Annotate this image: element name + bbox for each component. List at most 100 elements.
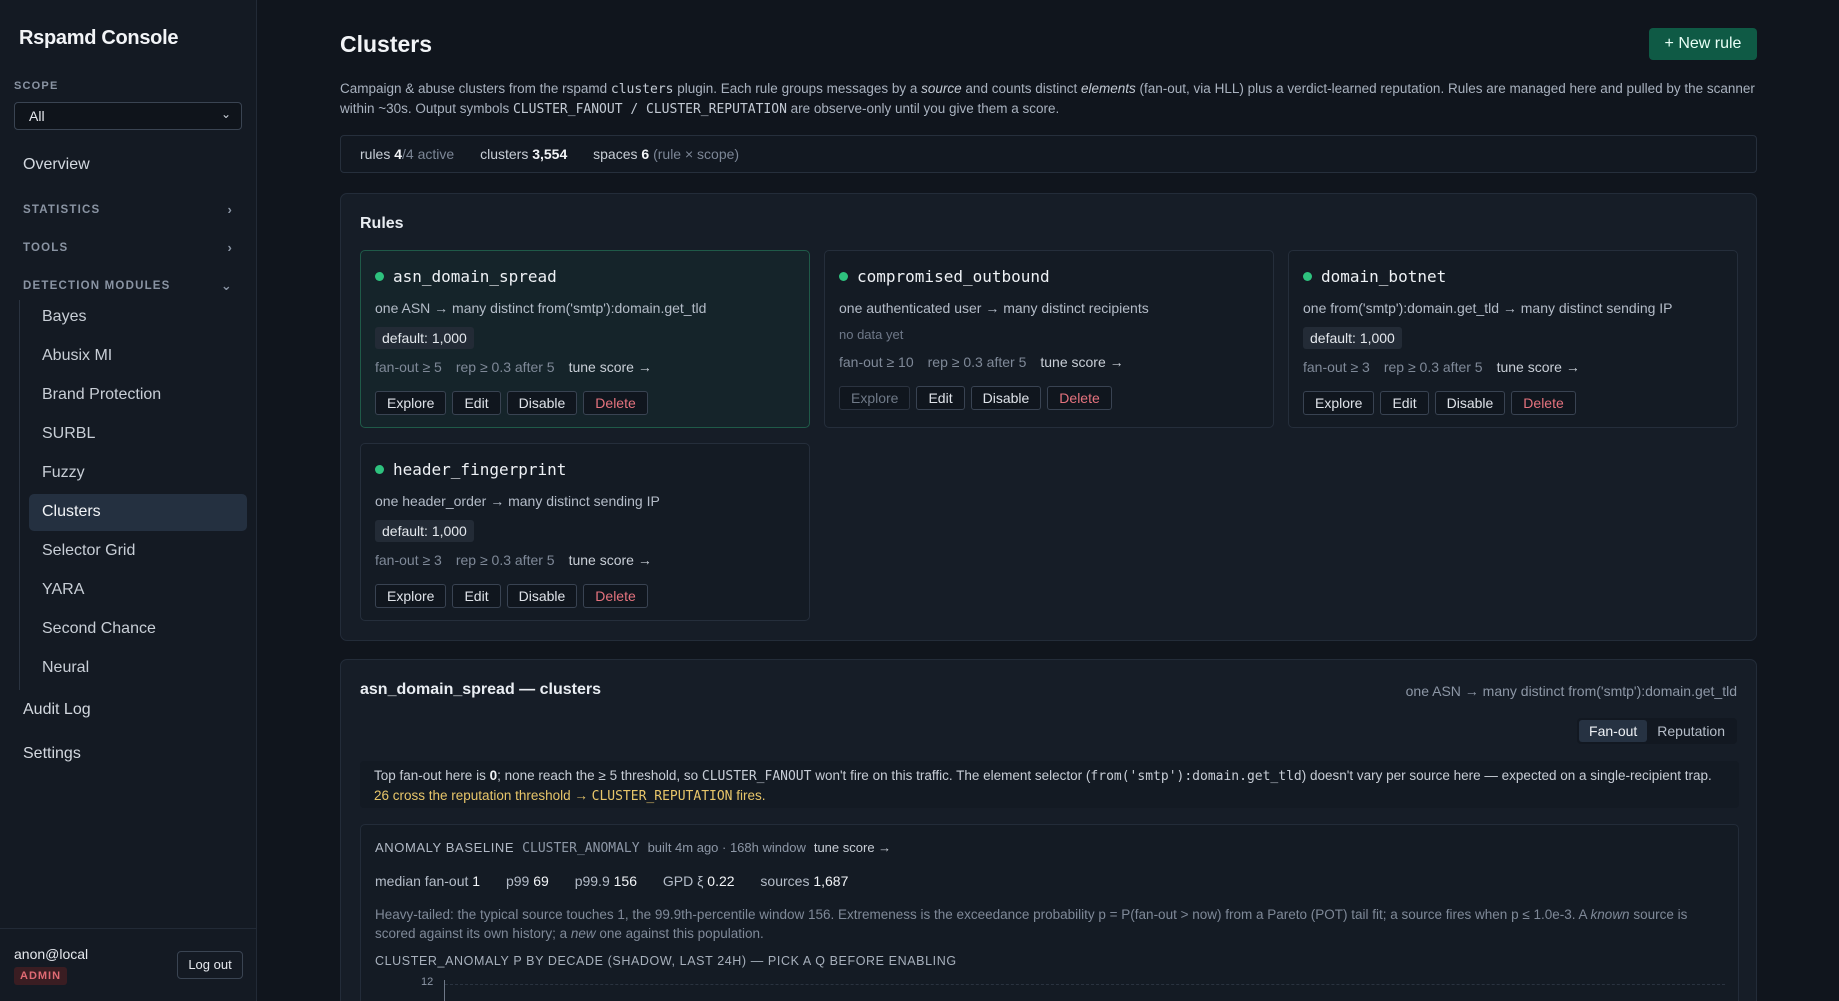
rule-meta: fan-out ≥ 10 rep ≥ 0.3 after 5 tune score …	[839, 354, 1124, 370]
main-content: Clusters + New rule Campaign & abuse clu…	[257, 0, 1839, 1001]
sidebar-item-abusix-mi[interactable]: Abusix MI	[42, 347, 112, 365]
nav-section-label: STATISTICS	[23, 204, 101, 216]
rule-actions: Explore Edit Disable Delete	[375, 391, 654, 415]
tune-score-link[interactable]: tune score →	[569, 552, 652, 568]
rule-default-score: default: 1,000	[375, 327, 474, 349]
sidebar-item-yara[interactable]: YARA	[42, 581, 84, 599]
sidebar: Rspamd Console SCOPE All ⌄ Overview STAT…	[0, 0, 257, 1001]
tab-reputation[interactable]: Reputation	[1647, 720, 1735, 742]
user-block: anon@local ADMIN Log out	[0, 928, 257, 1001]
reputation-warning: 26 cross the reputation threshold → CLUS…	[374, 788, 766, 804]
disable-button[interactable]: Disable	[506, 584, 578, 608]
rule-description: one header_order → many distinct sending…	[375, 493, 660, 509]
sidebar-item-surbl[interactable]: SURBL	[42, 425, 95, 443]
status-dot-icon	[1303, 272, 1312, 281]
explore-button[interactable]: Explore	[375, 584, 447, 608]
new-rule-button[interactable]: + New rule	[1649, 28, 1757, 60]
chart-gridline	[445, 984, 1725, 985]
explore-button[interactable]: Explore	[839, 386, 911, 410]
sidebar-item-selector-grid[interactable]: Selector Grid	[42, 542, 135, 560]
stat-spaces: spaces 6 (rule × scope)	[593, 146, 740, 162]
edit-button[interactable]: Edit	[1380, 391, 1429, 415]
sidebar-item-clusters[interactable]: Clusters	[42, 503, 101, 521]
nav-audit-log[interactable]: Audit Log	[23, 701, 91, 719]
anomaly-stats: median fan-out 1 p99 69 p99.9 156 GPD ξ …	[375, 873, 849, 889]
rule-actions: Explore Edit Disable Delete	[1303, 391, 1582, 415]
logout-button[interactable]: Log out	[177, 951, 243, 979]
delete-button[interactable]: Delete	[583, 584, 648, 608]
role-badge: ADMIN	[14, 967, 68, 985]
sidebar-item-fuzzy[interactable]: Fuzzy	[42, 464, 85, 482]
rule-name: asn_domain_spread	[393, 267, 557, 286]
nav-section-tools[interactable]: TOOLS ›	[23, 240, 233, 255]
sidebar-item-bayes[interactable]: Bayes	[42, 308, 86, 326]
view-tabs: Fan-out Reputation	[1577, 718, 1737, 744]
sidebar-item-brand-protection[interactable]: Brand Protection	[42, 386, 161, 404]
scope-label: SCOPE	[14, 80, 59, 92]
chart-y-tick: 12	[421, 976, 434, 988]
anomaly-header: ANOMALY BASELINE CLUSTER_ANOMALY built 4m …	[375, 840, 892, 856]
rule-actions: Explore Edit Disable Delete	[375, 584, 654, 608]
explore-button[interactable]: Explore	[375, 391, 447, 415]
stat-rules: rules 4/4 active	[360, 146, 455, 162]
delete-button[interactable]: Delete	[583, 391, 648, 415]
chevron-down-icon: ⌄	[220, 278, 233, 293]
rule-card-asn-domain-spread[interactable]: asn_domain_spread one ASN → many distinc…	[360, 250, 810, 428]
tune-score-link[interactable]: tune score →	[1497, 359, 1580, 375]
app-title: Rspamd Console	[19, 27, 179, 49]
anomaly-description: Heavy-tailed: the typical source touches…	[375, 907, 1688, 941]
rule-actions: Explore Edit Disable Delete	[839, 386, 1118, 410]
nav-section-label: TOOLS	[23, 242, 69, 254]
chevron-right-icon: ›	[227, 202, 233, 217]
edit-button[interactable]: Edit	[452, 584, 501, 608]
tab-fan-out[interactable]: Fan-out	[1579, 720, 1648, 742]
nav-section-detection-modules[interactable]: DETECTION MODULES ⌄	[23, 278, 233, 293]
chevron-down-icon: ⌄	[220, 107, 231, 121]
sidebar-item-neural[interactable]: Neural	[42, 659, 89, 677]
clusters-panel-title: asn_domain_spread — clusters	[360, 681, 601, 698]
disable-button[interactable]: Disable	[1434, 391, 1506, 415]
disable-button[interactable]: Disable	[970, 386, 1042, 410]
explore-button[interactable]: Explore	[1303, 391, 1375, 415]
rule-name: domain_botnet	[1321, 267, 1447, 286]
rule-description: one authenticated user → many distinct r…	[839, 300, 1149, 316]
nav-section-label: DETECTION MODULES	[23, 280, 171, 292]
nav-settings[interactable]: Settings	[23, 745, 81, 763]
page-title: Clusters	[340, 31, 433, 57]
anomaly-baseline-card: ANOMALY BASELINE CLUSTER_ANOMALY built 4m …	[360, 824, 1739, 1001]
rules-panel-title: Rules	[360, 215, 404, 232]
rule-description: one from('smtp'):domain.get_tld → many d…	[1303, 300, 1673, 316]
rule-default-score: default: 1,000	[1303, 327, 1402, 349]
rules-panel: Rules asn_domain_spread one ASN → many d…	[340, 193, 1757, 641]
anomaly-chart-title: CLUSTER_ANOMALY P BY DECADE (SHADOW, LAS…	[375, 954, 957, 968]
rule-name: header_fingerprint	[393, 460, 567, 479]
rule-description: one ASN → many distinct from('smtp'):dom…	[375, 300, 707, 316]
stat-clusters: clusters 3,554	[480, 146, 568, 162]
tune-score-link[interactable]: tune score →	[814, 840, 891, 855]
chevron-right-icon: ›	[227, 240, 233, 255]
tune-score-link[interactable]: tune score →	[1040, 354, 1123, 370]
rule-meta: fan-out ≥ 3 rep ≥ 0.3 after 5 tune score →	[375, 552, 652, 568]
sidebar-item-second-chance[interactable]: Second Chance	[42, 620, 156, 638]
rule-card-domain-botnet[interactable]: domain_botnet one from('smtp'):domain.ge…	[1288, 250, 1738, 428]
nav-section-statistics[interactable]: STATISTICS ›	[23, 202, 233, 217]
clusters-panel: asn_domain_spread — clusters one ASN → m…	[340, 659, 1757, 1001]
rule-name: compromised_outbound	[857, 267, 1050, 286]
nav-overview[interactable]: Overview	[23, 156, 90, 174]
rule-card-header-fingerprint[interactable]: header_fingerprint one header_order → ma…	[360, 443, 810, 621]
edit-button[interactable]: Edit	[452, 391, 501, 415]
fanout-notice: Top fan-out here is 0; none reach the ≥ …	[360, 761, 1739, 808]
disable-button[interactable]: Disable	[506, 391, 578, 415]
rule-no-data: no data yet	[839, 327, 904, 342]
status-dot-icon	[375, 465, 384, 474]
scope-select[interactable]: All ⌄	[14, 102, 242, 130]
edit-button[interactable]: Edit	[916, 386, 965, 410]
status-dot-icon	[839, 272, 848, 281]
stats-bar: rules 4/4 active clusters 3,554 spaces 6…	[340, 135, 1757, 173]
rule-card-compromised-outbound[interactable]: compromised_outbound one authenticated u…	[824, 250, 1274, 428]
scope-value: All	[29, 108, 45, 124]
delete-button[interactable]: Delete	[1047, 386, 1112, 410]
tune-score-link[interactable]: tune score →	[569, 359, 652, 375]
delete-button[interactable]: Delete	[1511, 391, 1576, 415]
status-dot-icon	[375, 272, 384, 281]
